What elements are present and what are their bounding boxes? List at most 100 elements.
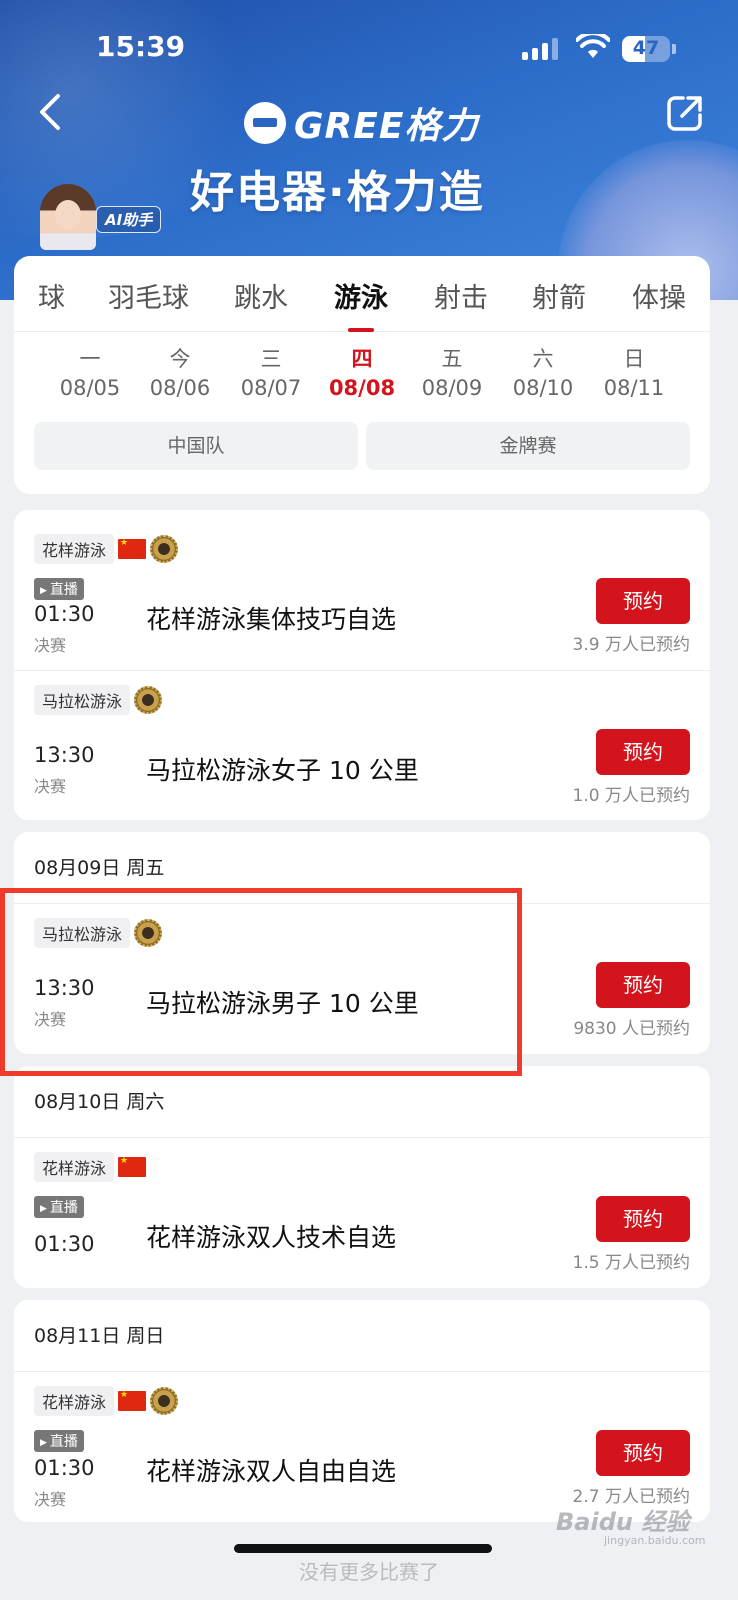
home-indicator[interactable] <box>234 1544 492 1553</box>
event-row[interactable]: 花样游泳 直播 01:30 决赛 花样游泳集体技巧自选 预约 3.9 万人已预约 <box>14 510 710 670</box>
event-row[interactable]: 马拉松游泳 13:30 决赛 马拉松游泳男子 10 公里 预约 9830 人已预… <box>14 904 710 1054</box>
event-round: 决赛 <box>34 1490 67 1509</box>
event-title: 花样游泳集体技巧自选 <box>146 605 397 634</box>
active-tab-indicator <box>348 328 374 332</box>
reserve-button[interactable]: 预约 <box>596 729 690 775</box>
china-flag-icon <box>118 1389 147 1411</box>
event-time: 01:30 <box>34 1456 95 1480</box>
reserve-button[interactable]: 预约 <box>596 1196 690 1242</box>
gold-medal-icon <box>134 919 163 947</box>
day-date: 08/08 <box>328 376 396 400</box>
event-title: 花样游泳双人技术自选 <box>146 1223 397 1252</box>
event-group-card: 08月10日 周六 花样游泳 直播 01:30 花样游泳双人技术自选 预约 1.… <box>14 1066 710 1288</box>
day-date: 08/06 <box>149 376 211 400</box>
day-weekday: 日 <box>623 347 645 371</box>
event-row[interactable]: 马拉松游泳 13:30 决赛 马拉松游泳女子 10 公里 预约 1.0 万人已预… <box>14 670 710 820</box>
day-thu[interactable]: 四 08/08 <box>322 344 402 400</box>
day-date: 08/10 <box>512 376 574 400</box>
event-group-card: 08月11日 周日 花样游泳 直播 01:30 决赛 花样游泳双人自由自选 预约… <box>14 1300 710 1522</box>
day-date: 08/07 <box>240 376 302 400</box>
day-wed[interactable]: 三 08/07 <box>231 344 311 400</box>
tab-badminton[interactable]: 羽毛球 <box>108 276 189 315</box>
battery-icon: 47 <box>622 36 670 62</box>
brand-name: GREE格力 <box>294 106 479 147</box>
reserve-button[interactable]: 预约 <box>596 578 690 624</box>
filter-china-team[interactable]: 中国队 <box>34 422 358 470</box>
gold-medal-icon <box>150 535 179 563</box>
sport-tag: 马拉松游泳 <box>34 918 131 948</box>
reserve-button[interactable]: 预约 <box>596 1430 690 1476</box>
baidu-watermark-url: jingyan.baidu.com <box>604 1534 706 1547</box>
day-weekday: 一 <box>79 347 101 371</box>
wifi-icon <box>576 34 610 58</box>
gree-mark-icon <box>244 102 286 144</box>
event-tags: 花样游泳 <box>34 1386 179 1416</box>
date-header: 08月11日 周日 <box>14 1300 710 1372</box>
event-group-card: 花样游泳 直播 01:30 决赛 花样游泳集体技巧自选 预约 3.9 万人已预约… <box>14 510 710 820</box>
event-title: 马拉松游泳女子 10 公里 <box>146 756 419 785</box>
day-weekday: 四 <box>351 347 373 371</box>
gold-medal-icon <box>134 686 163 714</box>
day-weekday: 今 <box>169 347 191 371</box>
filter-gold-medal[interactable]: 金牌赛 <box>366 422 690 470</box>
event-round: 决赛 <box>34 777 67 796</box>
event-row[interactable]: 花样游泳 直播 01:30 花样游泳双人技术自选 预约 1.5 万人已预约 <box>14 1138 710 1288</box>
china-flag-icon <box>118 537 147 559</box>
event-title: 花样游泳双人自由自选 <box>146 1457 397 1486</box>
tab-shooting[interactable]: 射击 <box>434 276 488 315</box>
back-button[interactable] <box>34 92 70 132</box>
reservation-count: 1.5 万人已预约 <box>572 1253 690 1273</box>
sport-tag: 花样游泳 <box>34 534 115 564</box>
event-tags: 马拉松游泳 <box>34 685 163 715</box>
live-badge: 直播 <box>34 1430 84 1452</box>
event-time: 13:30 <box>34 743 95 767</box>
day-weekday: 五 <box>441 347 463 371</box>
live-badge: 直播 <box>34 1196 84 1218</box>
event-time: 01:30 <box>34 602 95 626</box>
reservation-count: 3.9 万人已预约 <box>572 635 690 655</box>
sport-tab-bar: 球 羽毛球 跳水 游泳 射击 射箭 体操 <box>14 256 710 332</box>
share-button[interactable] <box>666 94 704 132</box>
tab-swimming[interactable]: 游泳 <box>334 276 388 315</box>
tab-gymnastics[interactable]: 体操 <box>632 276 686 315</box>
gold-medal-icon <box>150 1387 179 1415</box>
battery-level: 47 <box>632 37 660 59</box>
day-fri[interactable]: 五 08/09 <box>412 344 492 400</box>
reservation-count: 9830 人已预约 <box>573 1019 690 1039</box>
cellular-signal-icon <box>522 38 562 60</box>
gree-logo: GREE格力 <box>244 100 479 147</box>
no-more-events-text: 没有更多比赛了 <box>299 1560 439 1584</box>
day-weekday: 三 <box>260 347 282 371</box>
tab-ball[interactable]: 球 <box>38 276 65 315</box>
day-date: 08/09 <box>421 376 483 400</box>
ai-assistant-avatar[interactable] <box>40 184 96 250</box>
event-round: 决赛 <box>34 636 67 655</box>
ai-assistant-badge[interactable]: AI助手 <box>96 206 162 233</box>
event-tags: 马拉松游泳 <box>34 918 163 948</box>
day-date: 08/05 <box>59 376 121 400</box>
avatar-face <box>55 200 81 230</box>
day-today[interactable]: 今 08/06 <box>140 344 220 400</box>
day-sun[interactable]: 日 08/11 <box>594 344 674 400</box>
day-mon[interactable]: 一 08/05 <box>50 344 130 400</box>
event-tags: 花样游泳 <box>34 534 179 564</box>
sport-tag: 花样游泳 <box>34 1152 115 1182</box>
event-tags: 花样游泳 <box>34 1152 147 1182</box>
day-weekday: 六 <box>532 347 554 371</box>
day-date: 08/11 <box>603 376 665 400</box>
event-time: 01:30 <box>34 1232 95 1256</box>
reserve-button[interactable]: 预约 <box>596 962 690 1008</box>
event-title: 马拉松游泳男子 10 公里 <box>146 989 419 1018</box>
tab-diving[interactable]: 跳水 <box>234 276 288 315</box>
sport-tag: 花样游泳 <box>34 1386 115 1416</box>
battery-tip <box>672 44 676 54</box>
reservation-count: 1.0 万人已预约 <box>572 786 690 806</box>
sport-tag: 马拉松游泳 <box>34 685 131 715</box>
event-time: 13:30 <box>34 976 95 1000</box>
event-row[interactable]: 花样游泳 直播 01:30 决赛 花样游泳双人自由自选 预约 2.7 万人已预约 <box>14 1372 710 1522</box>
date-header: 08月10日 周六 <box>14 1066 710 1138</box>
day-sat[interactable]: 六 08/10 <box>503 344 583 400</box>
live-badge: 直播 <box>34 578 84 600</box>
baidu-watermark: Baidu 经验 <box>556 1508 690 1536</box>
tab-archery[interactable]: 射箭 <box>532 276 586 315</box>
